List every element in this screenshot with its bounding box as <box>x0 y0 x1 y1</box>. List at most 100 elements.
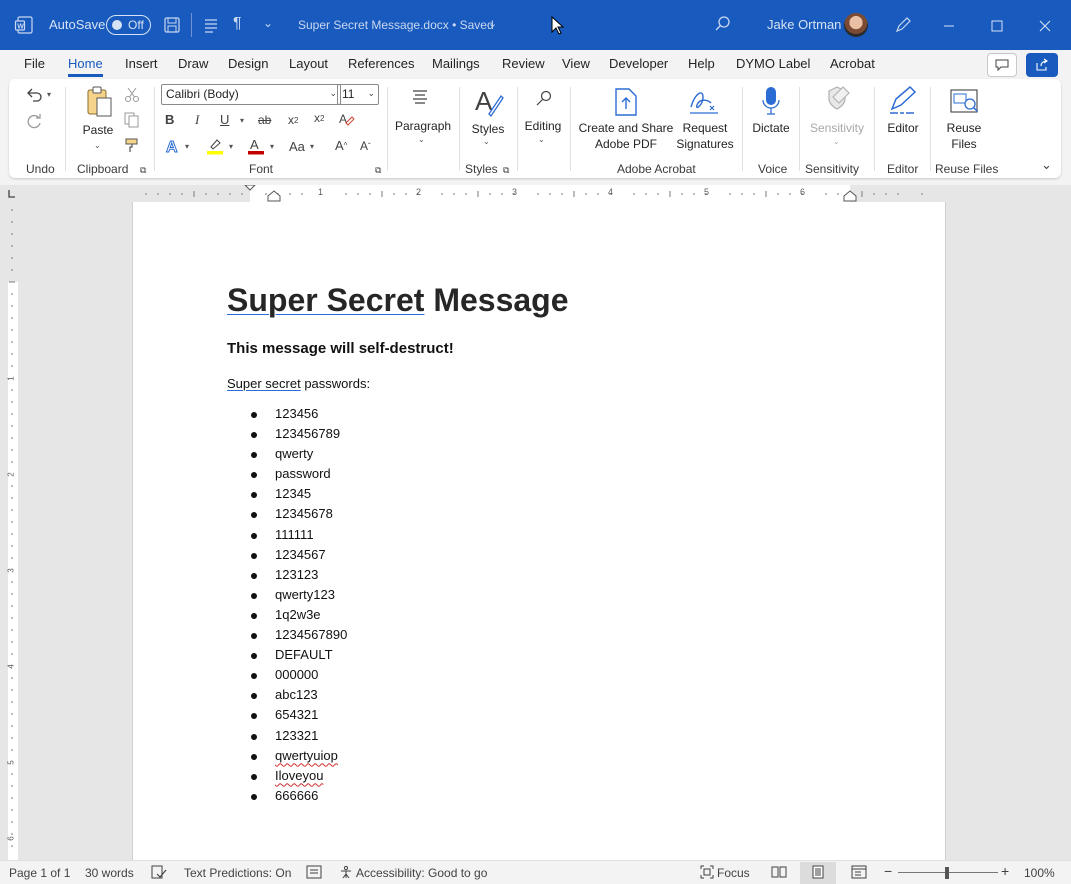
request-signatures-icon[interactable] <box>688 87 722 117</box>
password-list-item[interactable]: 123123 <box>227 565 347 585</box>
redo-icon[interactable] <box>24 111 44 131</box>
paste-dropdown-icon[interactable]: ⌄ <box>94 141 101 150</box>
reuse-files-label-1[interactable]: Reuse <box>944 120 984 136</box>
sensitivity-icon[interactable] <box>825 85 853 115</box>
create-pdf-label-1[interactable]: Create and Share <box>577 120 675 136</box>
highlight-dropdown-icon[interactable]: ▾ <box>229 142 233 151</box>
highlight-icon[interactable] <box>206 137 224 155</box>
zoom-level[interactable]: 100% <box>1024 866 1055 880</box>
paste-label[interactable]: Paste <box>79 122 117 138</box>
intro-paragraph[interactable]: Super secret passwords: <box>227 376 370 391</box>
font-launcher-icon[interactable]: ⧉ <box>375 165 381 176</box>
close-button[interactable] <box>1033 14 1057 38</box>
focus-icon[interactable] <box>700 865 714 882</box>
password-list-item[interactable]: 1q2w3e <box>227 605 347 625</box>
proofing-icon[interactable] <box>151 865 167 882</box>
format-painter-icon[interactable] <box>123 136 141 154</box>
word-count[interactable]: 30 words <box>85 866 134 880</box>
focus-label[interactable]: Focus <box>717 866 750 880</box>
tab-file[interactable]: File <box>24 56 45 71</box>
password-list-item[interactable]: Iloveyou <box>227 766 347 786</box>
password-list-item[interactable]: qwerty <box>227 444 347 464</box>
undo-dropdown-icon[interactable]: ▾ <box>47 90 51 99</box>
strikethrough-button[interactable]: ab <box>258 113 271 127</box>
vertical-ruler[interactable]: 1 2 3 4 5 6 <box>0 202 25 860</box>
change-case-dropdown-icon[interactable]: ▾ <box>310 142 314 151</box>
password-list-item[interactable]: password <box>227 464 347 484</box>
styles-icon[interactable]: A <box>473 86 505 118</box>
font-size-select[interactable]: 11 ⌄ <box>337 84 379 105</box>
password-list-item[interactable]: 12345 <box>227 484 347 504</box>
tab-layout[interactable]: Layout <box>289 56 328 71</box>
styles-launcher-icon[interactable]: ⧉ <box>503 165 509 176</box>
bold-button[interactable]: B <box>165 112 174 127</box>
password-list-item[interactable]: 654321 <box>227 705 347 725</box>
read-mode-icon[interactable] <box>771 865 787 882</box>
clear-formatting-icon[interactable]: A <box>338 111 356 127</box>
password-list-item[interactable]: 1234567 <box>227 545 347 565</box>
superscript-button[interactable]: x2 <box>314 111 324 125</box>
underline-button[interactable]: U <box>220 112 229 127</box>
tab-developer[interactable]: Developer <box>609 56 668 71</box>
dictate-label[interactable]: Dictate <box>747 120 795 136</box>
editing-dropdown-icon[interactable]: ⌄ <box>538 135 545 144</box>
clipboard-launcher-icon[interactable]: ⧉ <box>140 165 146 176</box>
copy-icon[interactable] <box>123 111 141 129</box>
sensitivity-label[interactable]: Sensitivity <box>806 120 868 136</box>
zoom-slider-thumb[interactable] <box>945 867 949 879</box>
user-name[interactable]: Jake Ortman <box>767 17 841 32</box>
sensitivity-dropdown-icon[interactable]: ⌄ <box>833 137 840 146</box>
tab-draw[interactable]: Draw <box>178 56 208 71</box>
italic-button[interactable]: I <box>195 112 199 128</box>
styles-label[interactable]: Styles <box>468 121 508 137</box>
font-name-select[interactable]: Calibri (Body) ⌄ <box>161 84 341 105</box>
create-pdf-icon[interactable] <box>613 87 639 117</box>
autosave-toggle[interactable]: Off <box>106 15 151 35</box>
title-chevron-icon[interactable]: ⌄ <box>488 17 497 30</box>
text-predictions-status[interactable]: Text Predictions: On <box>184 866 291 880</box>
password-list-item[interactable]: qwertyuiop <box>227 746 347 766</box>
reuse-files-label-2[interactable]: Files <box>944 136 984 152</box>
page-count[interactable]: Page 1 of 1 <box>9 866 70 880</box>
password-list-item[interactable]: 12345678 <box>227 504 347 524</box>
customize-qat-icon[interactable]: ⌄ <box>263 16 273 30</box>
tab-review[interactable]: Review <box>502 56 545 71</box>
paragraph-mark-icon[interactable]: ¶ <box>233 15 242 33</box>
accessibility-icon[interactable] <box>339 865 355 882</box>
shrink-font-button[interactable]: Aˇ <box>360 139 371 153</box>
search-icon[interactable] <box>714 15 732 33</box>
avatar[interactable] <box>844 13 868 37</box>
zoom-out-button[interactable]: − <box>884 863 892 879</box>
document-title-heading[interactable]: Super Secret Message <box>227 282 569 319</box>
editor-icon[interactable] <box>886 85 920 117</box>
tab-mailings[interactable]: Mailings <box>432 56 480 71</box>
paragraph-icon[interactable] <box>412 89 428 105</box>
password-list-item[interactable]: 1234567890 <box>227 625 347 645</box>
request-signatures-label-1[interactable]: Request <box>675 120 735 136</box>
maximize-button[interactable] <box>985 14 1009 38</box>
tab-design[interactable]: Design <box>228 56 268 71</box>
undo-icon[interactable] <box>24 85 44 105</box>
document-title[interactable]: Super Secret Message.docx • Saved <box>298 18 494 32</box>
zoom-in-button[interactable]: + <box>1001 863 1009 879</box>
designer-pen-icon[interactable] <box>893 15 913 35</box>
text-effects-icon[interactable]: A <box>165 137 181 156</box>
microphone-icon[interactable] <box>760 85 782 117</box>
paste-icon[interactable] <box>83 85 115 119</box>
document-page[interactable]: Super Secret Message This message will s… <box>132 202 946 860</box>
editor-label[interactable]: Editor <box>883 120 923 136</box>
tab-home[interactable]: Home <box>68 56 103 77</box>
subscript-button[interactable]: x2 <box>288 113 298 127</box>
tab-help[interactable]: Help <box>688 56 715 71</box>
editing-label[interactable]: Editing <box>521 118 565 134</box>
grow-font-button[interactable]: A ^ <box>335 138 347 153</box>
tab-references[interactable]: References <box>348 56 414 71</box>
document-subtitle[interactable]: This message will self-destruct! <box>227 340 454 357</box>
password-list-item[interactable]: 123456 <box>227 404 347 424</box>
tab-dymo-label[interactable]: DYMO Label <box>736 56 810 71</box>
password-list-item[interactable]: abc123 <box>227 685 347 705</box>
tab-insert[interactable]: Insert <box>125 56 158 71</box>
macro-recording-icon[interactable] <box>306 865 322 882</box>
share-button[interactable] <box>1026 53 1058 77</box>
font-color-dropdown-icon[interactable]: ▾ <box>270 142 274 151</box>
